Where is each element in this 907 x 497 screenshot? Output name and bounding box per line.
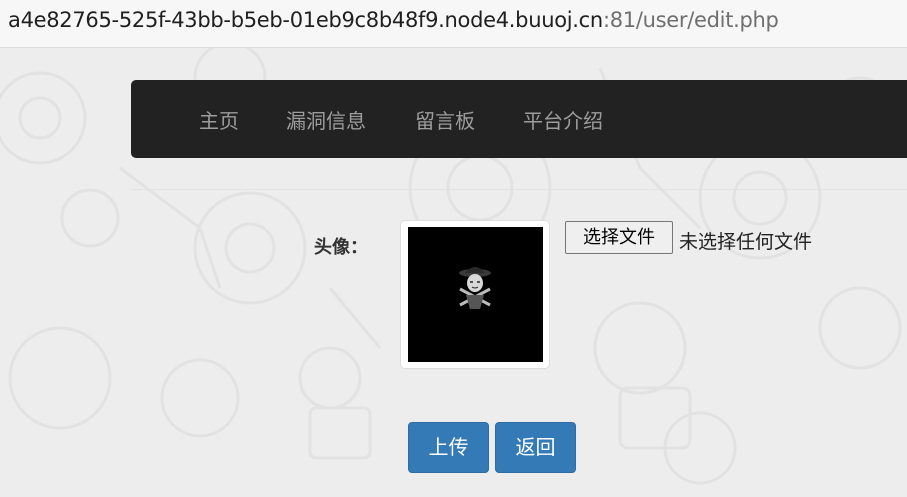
file-status-text: 未选择任何文件: [679, 231, 813, 253]
upload-button[interactable]: 上传: [408, 422, 489, 473]
avatar-label: 头像：: [314, 237, 368, 258]
choose-file-button[interactable]: 选择文件: [565, 221, 673, 254]
nav-item-message-board[interactable]: 留言板: [415, 105, 475, 134]
url-host: a4e82765-525f-43bb-b5eb-01eb9c8b48f9.nod…: [8, 8, 603, 32]
nav-item-home[interactable]: 主页: [199, 105, 239, 134]
nav-item-platform-intro[interactable]: 平台介绍: [523, 105, 603, 134]
back-button[interactable]: 返回: [495, 422, 576, 473]
section-divider: [131, 189, 907, 190]
avatar-thumbnail: [400, 220, 550, 369]
browser-address-bar[interactable]: a4e82765-525f-43bb-b5eb-01eb9c8b48f9.nod…: [0, 0, 907, 48]
top-navbar: 主页 漏洞信息 留言板 平台介绍: [131, 80, 907, 158]
avatar-image: [408, 227, 543, 362]
nav-item-vulnerability-info[interactable]: 漏洞信息: [286, 105, 366, 134]
url-path: :81/user/edit.php: [602, 8, 779, 32]
url-text[interactable]: a4e82765-525f-43bb-b5eb-01eb9c8b48f9.nod…: [8, 8, 779, 32]
hacker-mask-icon: [459, 267, 491, 309]
